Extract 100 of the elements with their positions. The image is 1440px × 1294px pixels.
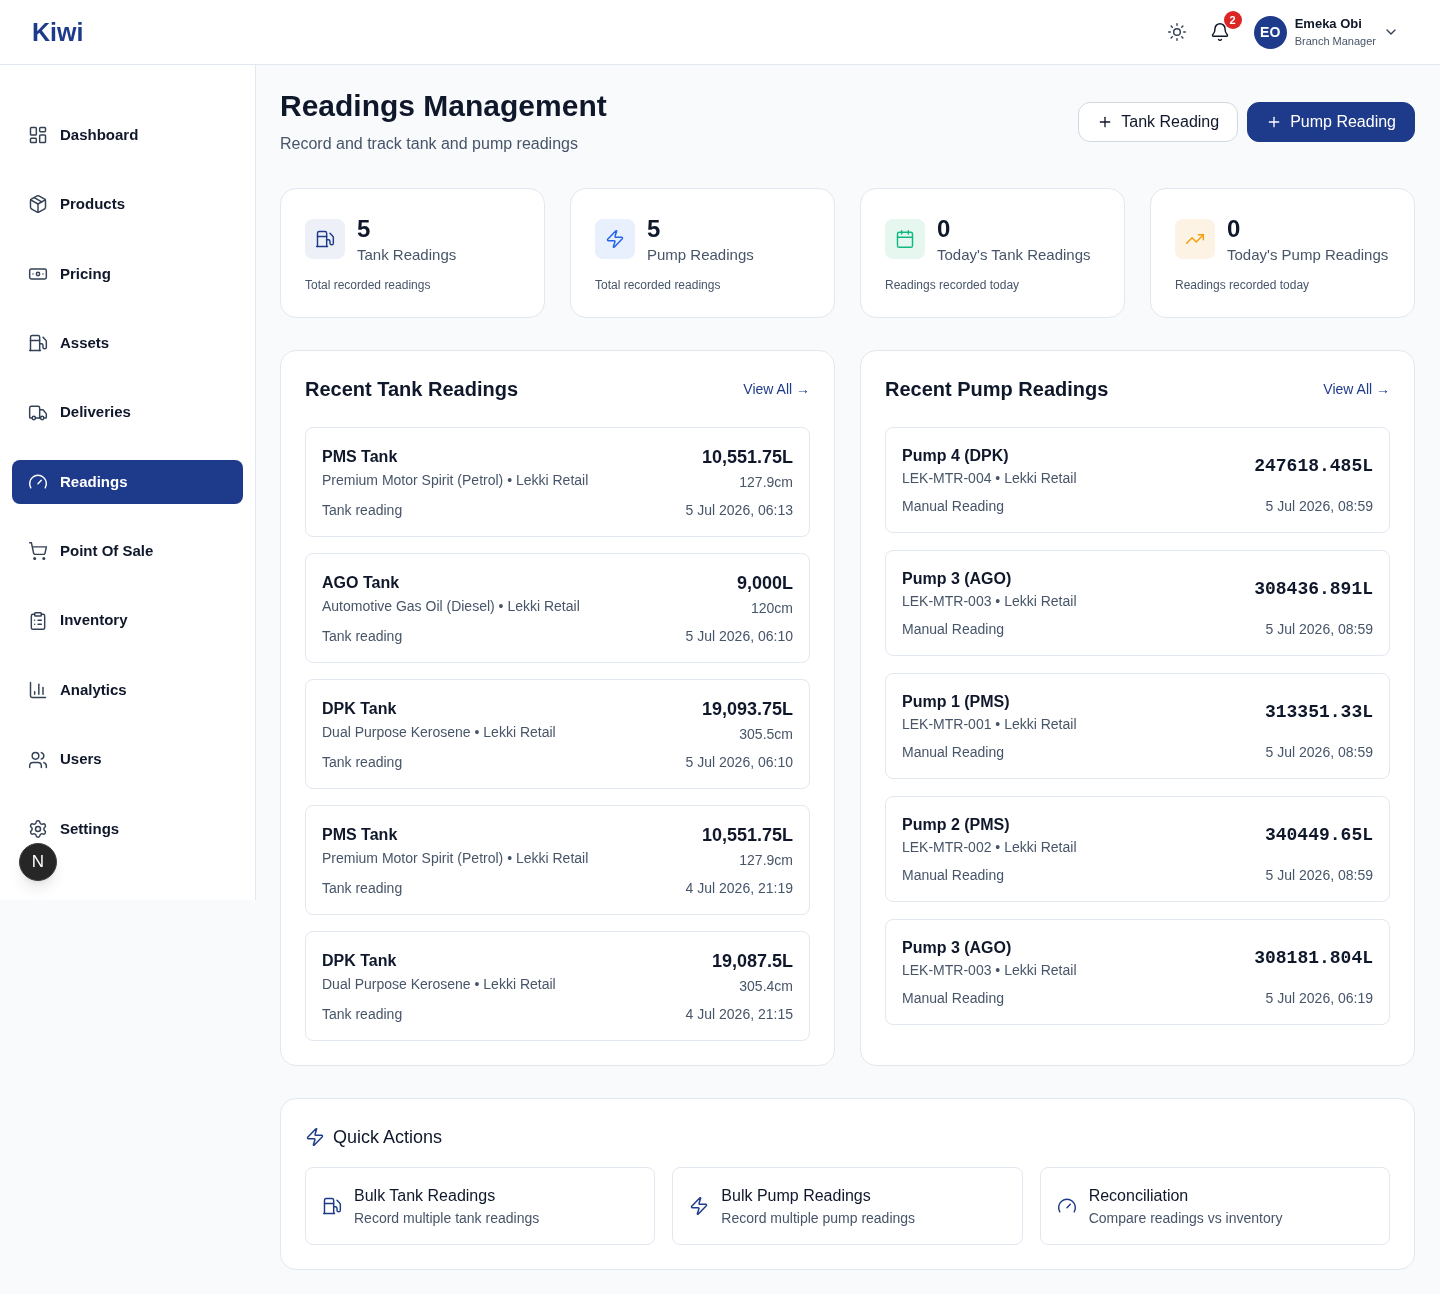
- quick-action-button[interactable]: Bulk Pump Readings Record multiple pump readings: [672, 1167, 1023, 1245]
- reading-type: Tank reading: [322, 879, 403, 898]
- pump-details: LEK-MTR-004 • Lekki Retail: [902, 469, 1077, 488]
- meter-reading: 340449.65L: [1264, 824, 1373, 847]
- tank-details: Premium Motor Spirit (Petrol) • Lekki Retail: [322, 471, 589, 490]
- reading-time: 5 Jul 2026, 06:10: [685, 627, 793, 646]
- sidebar-item[interactable]: Users: [12, 737, 243, 782]
- tank-details: Dual Purpose Kerosene • Lekki Retail: [322, 723, 556, 742]
- avatar[interactable]: EO: [1253, 15, 1287, 49]
- sidebar-item[interactable]: Readings: [12, 459, 243, 504]
- quick-action-button[interactable]: Bulk Tank Readings Record multiple tank readings: [305, 1167, 656, 1245]
- sidebar-item[interactable]: Analytics: [12, 668, 243, 713]
- meter-reading: 308181.804L: [1254, 947, 1373, 970]
- tank-height: 120cm: [750, 599, 793, 618]
- pump-details: LEK-MTR-001 • Lekki Retail: [902, 715, 1077, 734]
- gauge-icon: [1056, 1196, 1077, 1216]
- bar-chart-icon: [28, 680, 48, 701]
- pump-name: Pump 3 (AGO): [902, 569, 1013, 589]
- tank-height: 305.5cm: [739, 725, 793, 744]
- panel-title: Recent Pump Readings: [885, 377, 1109, 402]
- sidebar-item[interactable]: Dashboard: [12, 113, 243, 157]
- stat-label: Pump Readings: [647, 245, 754, 265]
- reading-type: Tank reading: [322, 501, 403, 520]
- cart-icon: [28, 541, 48, 562]
- pump-name: Pump 2 (PMS): [902, 815, 1011, 835]
- grid-icon: [28, 125, 48, 145]
- reading-method: Manual Reading: [902, 989, 1004, 1008]
- view-all-link[interactable]: View All →: [743, 378, 810, 400]
- tank-name: PMS Tank: [322, 825, 399, 845]
- panel-title: Recent Tank Readings: [305, 377, 519, 402]
- action-title: Reconciliation: [1088, 1186, 1190, 1206]
- tank-name: PMS Tank: [322, 447, 399, 467]
- user-role: Branch Manager: [1294, 33, 1376, 49]
- sidebar-item[interactable]: Deliveries: [12, 390, 243, 435]
- tank-reading-card[interactable]: DPK Tank Dual Purpose Kerosene • Lekki Retail 19,087.5L 305.4cm Tank reading 4 Jul 2026, 21:15: [305, 931, 810, 1041]
- stat-value: 5: [357, 214, 372, 244]
- reading-time: 5 Jul 2026, 08:59: [1265, 497, 1373, 516]
- meter-reading: 313351.33L: [1264, 701, 1373, 724]
- stat-value: 0: [1227, 214, 1242, 244]
- user-name: Emeka Obi: [1294, 15, 1363, 32]
- reading-method: Manual Reading: [902, 497, 1004, 516]
- tank-volume: 10,551.75L: [701, 824, 793, 847]
- reading-time: 5 Jul 2026, 06:19: [1265, 989, 1373, 1008]
- app-logo[interactable]: Kiwi: [32, 16, 84, 48]
- tank-name: AGO Tank: [322, 573, 401, 593]
- tank-details: Automotive Gas Oil (Diesel) • Lekki Retail: [322, 597, 580, 616]
- sidebar-item[interactable]: Point Of Sale: [12, 529, 243, 574]
- sun-icon[interactable]: [1166, 22, 1187, 42]
- reading-method: Manual Reading: [902, 620, 1004, 639]
- pump-name: Pump 3 (AGO): [902, 938, 1013, 958]
- reading-type: Tank reading: [322, 1005, 403, 1024]
- reading-type: Tank reading: [322, 627, 403, 646]
- action-description: Compare readings vs inventory: [1088, 1209, 1283, 1228]
- tank-reading-card[interactable]: PMS Tank Premium Motor Spirit (Petrol) • Lekki Retail 10,551.75L 127.9cm Tank reading 4 Jul 2026, 21:19: [305, 805, 810, 915]
- tank-height: 127.9cm: [739, 851, 793, 870]
- pump-details: LEK-MTR-003 • Lekki Retail: [902, 592, 1077, 611]
- pump-reading-card[interactable]: Pump 2 (PMS) LEK-MTR-002 • Lekki Retail 340449.65L Manual Reading 5 Jul 2026, 08:59: [885, 796, 1390, 902]
- pump-reading-card[interactable]: Pump 3 (AGO) LEK-MTR-003 • Lekki Retail 308181.804L Manual Reading 5 Jul 2026, 06:19: [885, 919, 1390, 1025]
- reading-time: 5 Jul 2026, 06:13: [685, 501, 793, 520]
- pump-reading-card[interactable]: Pump 4 (DPK) LEK-MTR-004 • Lekki Retail 247618.485L Manual Reading 5 Jul 2026, 08:59: [885, 427, 1390, 533]
- tank-details: Premium Motor Spirit (Petrol) • Lekki Retail: [322, 849, 589, 868]
- stat-value: 5: [647, 214, 662, 244]
- tank-name: DPK Tank: [322, 699, 398, 719]
- clipboard-icon: [28, 610, 48, 631]
- sidebar-item[interactable]: Products: [12, 182, 243, 227]
- add-pump-reading-button[interactable]: Pump Reading: [1247, 102, 1415, 142]
- reading-time: 4 Jul 2026, 21:19: [685, 879, 793, 898]
- tank-volume: 10,551.75L: [701, 446, 793, 469]
- reading-time: 4 Jul 2026, 21:15: [685, 1005, 793, 1024]
- tank-volume: 19,093.75L: [701, 698, 793, 721]
- tank-reading-card[interactable]: DPK Tank Dual Purpose Kerosene • Lekki Retail 19,093.75L 305.5cm Tank reading 5 Jul 2026, 06:10: [305, 679, 810, 789]
- reading-type: Tank reading: [322, 753, 403, 772]
- reading-method: Manual Reading: [902, 743, 1004, 762]
- lightning-icon: [305, 1127, 325, 1147]
- tank-reading-card[interactable]: PMS Tank Premium Motor Spirit (Petrol) • Lekki Retail 10,551.75L 127.9cm Tank reading 5 Jul 2026, 06:13: [305, 427, 810, 537]
- sidebar-item[interactable]: Assets: [12, 321, 243, 366]
- notification-count: 2: [1223, 11, 1242, 29]
- pump-reading-card[interactable]: Pump 3 (AGO) LEK-MTR-003 • Lekki Retail 308436.891L Manual Reading 5 Jul 2026, 08:59: [885, 550, 1390, 656]
- sidebar-item[interactable]: Pricing: [12, 251, 243, 296]
- add-tank-reading-button[interactable]: Tank Reading: [1078, 102, 1239, 142]
- tank-height: 305.4cm: [739, 977, 793, 996]
- stat-value: 0: [937, 214, 952, 244]
- trend-up-icon: [1175, 219, 1215, 259]
- page-title: Readings Management: [280, 88, 607, 124]
- pump-reading-card[interactable]: Pump 1 (PMS) LEK-MTR-001 • Lekki Retail 313351.33L Manual Reading 5 Jul 2026, 08:59: [885, 673, 1390, 779]
- stat-caption: Readings recorded today: [885, 277, 1021, 293]
- stat-label: Tank Readings: [357, 245, 457, 265]
- pump-name: Pump 1 (PMS): [902, 692, 1011, 712]
- action-title: Bulk Pump Readings: [721, 1186, 872, 1206]
- settings-icon: [28, 818, 48, 839]
- view-all-link[interactable]: View All →: [1323, 378, 1390, 400]
- tank-volume: 9,000L: [736, 572, 793, 595]
- stat-label: Today's Pump Readings: [1227, 245, 1389, 265]
- stat-label: Today's Tank Readings: [937, 245, 1091, 265]
- quick-action-button[interactable]: Reconciliation Compare readings vs inventory: [1039, 1167, 1390, 1245]
- notifications-icon[interactable]: [1209, 22, 1230, 42]
- tank-reading-card[interactable]: AGO Tank Automotive Gas Oil (Diesel) • Lekki Retail 9,000L 120cm Tank reading 5 Jul 2026, 06:10: [305, 553, 810, 663]
- fuel-pump-icon: [305, 219, 345, 259]
- users-icon: [28, 749, 48, 770]
- sidebar-item[interactable]: Inventory: [12, 598, 243, 643]
